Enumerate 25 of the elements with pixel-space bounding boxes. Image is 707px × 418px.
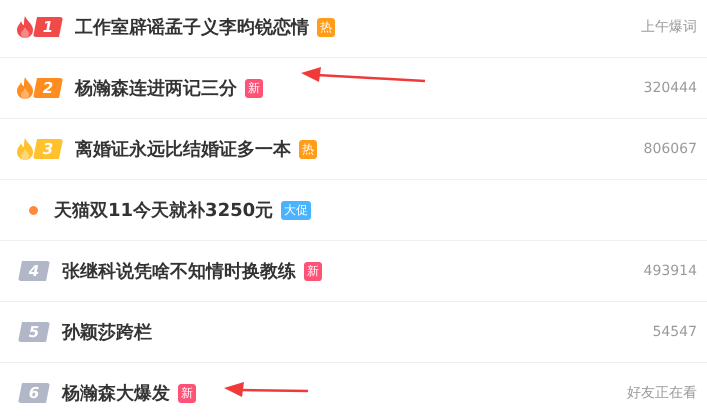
rank-badge: 1 (33, 17, 63, 37)
heat-count: 好友正在看 (627, 384, 697, 402)
topic-tag: 新 (178, 384, 196, 402)
rank-badge: 3 (33, 139, 63, 159)
topic-link[interactable]: 离婚证永远比结婚证多一本 (75, 137, 291, 161)
heat-count: 54547 (652, 324, 697, 340)
heat-count: 320444 (644, 80, 697, 96)
topic-link[interactable]: 杨瀚森连进两记三分 (75, 76, 237, 100)
rank-badge: 6 (18, 383, 50, 403)
heat-count: 493914 (644, 263, 697, 279)
topic-link[interactable]: 工作室辟谣孟子义李昀锐恋情 (75, 15, 309, 39)
topic-link[interactable]: 杨瀚森大爆发 (62, 381, 170, 405)
topic-tag: 热 (317, 18, 335, 36)
heat-count: 上午爆词 (641, 18, 697, 36)
topic-link[interactable]: 天猫双11今天就补3250元 (54, 198, 274, 222)
rank-badge: 2 (33, 78, 63, 98)
topic-tag: 新 (245, 78, 263, 98)
topic-link[interactable]: 张继科说凭啥不知情时换教练 (62, 259, 296, 283)
topic-tag: 大促 (281, 200, 312, 220)
topic-tag: 热 (299, 140, 317, 158)
rank-badge: 4 (18, 261, 50, 281)
rank-badge: 5 (18, 322, 50, 342)
topic-tag: 新 (304, 262, 322, 280)
heat-count: 806067 (644, 141, 697, 157)
topic-link[interactable]: 孙颖莎跨栏 (62, 320, 152, 344)
